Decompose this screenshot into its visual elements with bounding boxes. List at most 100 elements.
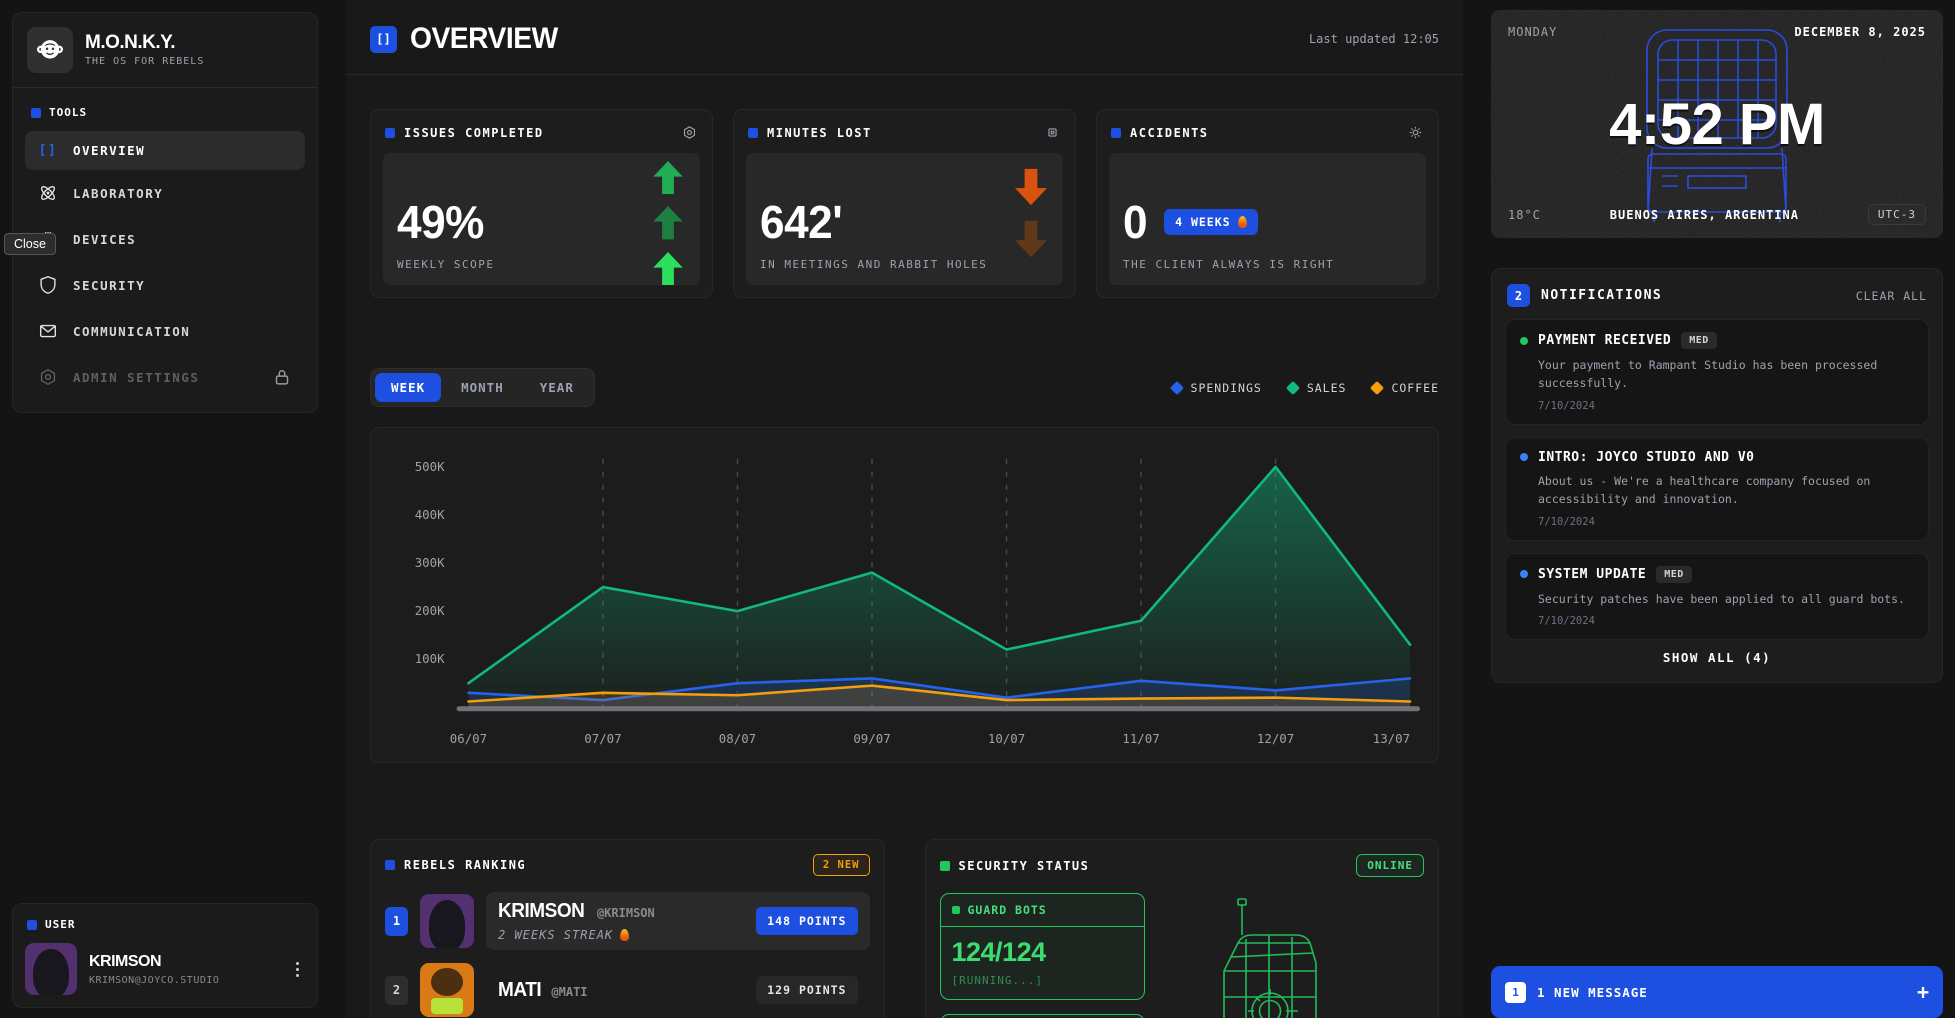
sidebar-item-label: ADMIN SETTINGS — [73, 370, 199, 385]
diamond-icon — [1169, 380, 1183, 394]
rank-number: 2 — [385, 976, 408, 1005]
chip-small-icon[interactable] — [1044, 124, 1061, 141]
lock-icon — [271, 366, 293, 388]
legend-spendings[interactable]: SPENDINGS — [1172, 381, 1262, 395]
sidebar-item-admin-settings[interactable]: ADMIN SETTINGS — [25, 354, 305, 400]
notification-item-intro[interactable]: INTRO: JOYCO STUDIO AND V0 About us - We… — [1505, 437, 1929, 541]
stat-tile: 642' IN MEETINGS AND RABBIT HOLES — [746, 153, 1063, 285]
section-bullet — [27, 920, 37, 930]
sidebar-item-label: OVERVIEW — [73, 143, 145, 158]
svg-text:08/07: 08/07 — [719, 731, 756, 746]
stat-card-accidents: ACCIDENTS 0 4 WEEKS THE CLIENT ALWAYS IS… — [1096, 109, 1439, 298]
rebel-handle: @MATI — [551, 985, 587, 999]
hex-nut-icon[interactable] — [681, 124, 698, 141]
stat-tile: 0 4 WEEKS THE CLIENT ALWAYS IS RIGHT — [1109, 153, 1426, 285]
sidebar-item-overview[interactable]: [] OVERVIEW — [25, 131, 305, 170]
notification-item-system[interactable]: SYSTEM UPDATE MED Security patches have … — [1505, 553, 1929, 640]
notification-count-badge: 2 — [1507, 284, 1530, 307]
notification-body: Your payment to Rampant Studio has been … — [1538, 356, 1914, 393]
online-badge: ONLINE — [1356, 854, 1424, 877]
status-dot — [1520, 453, 1528, 461]
last-updated: Last updated 12:05 — [1309, 32, 1439, 46]
tab-week[interactable]: WEEK — [375, 373, 441, 402]
flame-icon — [1238, 216, 1247, 228]
flame-icon — [620, 929, 629, 941]
card-bullet — [940, 861, 950, 871]
new-count-badge: 2 NEW — [813, 854, 870, 876]
ranking-row-2[interactable]: 2 MATI @MATI 129 POINTS — [385, 962, 870, 1018]
tile-bullet — [952, 906, 960, 914]
points-badge: 148 POINTS — [756, 907, 857, 935]
spend-sales-coffee-chart[interactable]: 100K200K300K400K500K06/0707/0708/0709/07… — [385, 440, 1424, 752]
app-name: M.O.N.K.Y. — [85, 33, 204, 54]
overview-brackets-icon: [] — [370, 26, 397, 53]
notifications-panel: 2 NOTIFICATIONS CLEAR ALL PAYMENT RECEIV… — [1491, 268, 1943, 683]
sidebar-item-laboratory[interactable]: LABORATORY — [25, 170, 305, 216]
shield-icon — [37, 274, 59, 296]
sidebar-item-communication[interactable]: COMMUNICATION — [25, 308, 305, 354]
clock-city: BUENOS AIRES, ARGENTINA — [1541, 208, 1868, 222]
stat-value: 49% — [397, 195, 674, 249]
utc-offset-badge: UTC-3 — [1868, 204, 1926, 225]
legend-sales[interactable]: SALES — [1288, 381, 1347, 395]
status-dot — [1520, 337, 1528, 345]
app-tagline: THE OS FOR REBELS — [85, 56, 204, 67]
sun-gear-icon[interactable] — [1407, 124, 1424, 141]
card-bullet — [1111, 128, 1121, 138]
rebel-name: MATI — [498, 979, 541, 1002]
security-title: SECURITY STATUS — [959, 859, 1090, 873]
avatar — [420, 963, 474, 1017]
plus-icon[interactable]: + — [1917, 980, 1929, 1004]
svg-text:09/07: 09/07 — [853, 731, 890, 746]
ranking-row-1[interactable]: 1 KRIMSON@KRIMSON 2 WEEKS STREAK 148 POI… — [385, 892, 870, 950]
svg-text:300K: 300K — [415, 555, 445, 570]
stat-title: ACCIDENTS — [1130, 126, 1209, 140]
stat-value: 0 — [1123, 195, 1147, 249]
notification-title: INTRO: JOYCO STUDIO AND V0 — [1538, 450, 1755, 465]
stat-subtitle: WEEKLY SCOPE — [397, 258, 686, 271]
stat-tile: 49% WEEKLY SCOPE — [383, 153, 700, 285]
guard-bots-status: [RUNNING...] — [952, 974, 1133, 987]
section-label: TOOLS — [49, 106, 87, 119]
show-all-button[interactable]: SHOW ALL (4) — [1505, 640, 1929, 669]
right-column: MONDAY DECEMBER 8, 2025 4:52 PM 18°C BUE… — [1491, 10, 1943, 1018]
user-email: KRIMSON@JOYCO.STUDIO — [89, 975, 219, 986]
notification-date: 7/10/2024 — [1538, 516, 1914, 528]
stats-row: ISSUES COMPLETED 49% WEEKLY SCOPE MIN — [370, 109, 1439, 298]
notification-body: About us - We're a healthcare company fo… — [1538, 472, 1914, 509]
svg-text:06/07: 06/07 — [450, 731, 487, 746]
stat-card-issues: ISSUES COMPLETED 49% WEEKLY SCOPE — [370, 109, 713, 298]
user-avatar — [25, 943, 77, 995]
sidebar-item-security[interactable]: SECURITY — [25, 262, 305, 308]
message-count-badge: 1 — [1505, 982, 1526, 1003]
user-panel: USER KRIMSON KRIMSON@JOYCO.STUDIO — [12, 903, 318, 1008]
svg-text:11/07: 11/07 — [1122, 731, 1159, 746]
sidebar-item-label: LABORATORY — [73, 186, 163, 201]
close-tooltip[interactable]: Close — [4, 233, 56, 255]
rank-number: 1 — [385, 907, 408, 936]
hex-gear-icon — [37, 366, 59, 388]
stat-subtitle: IN MEETINGS AND RABBIT HOLES — [760, 258, 1049, 271]
points-badge: 129 POINTS — [756, 976, 857, 1004]
bottom-row: REBELS RANKING 2 NEW 1 KRIMSON@KRIMSON 2… — [370, 839, 1439, 1018]
sidebar-item-devices[interactable]: DEVICES — [25, 216, 305, 262]
legend-label: SPENDINGS — [1191, 381, 1262, 395]
clock-widget: MONDAY DECEMBER 8, 2025 4:52 PM 18°C BUE… — [1491, 10, 1943, 238]
clock-temperature: 18°C — [1508, 208, 1541, 222]
user-menu-kebab-icon[interactable] — [290, 956, 305, 983]
tab-year[interactable]: YEAR — [524, 373, 590, 402]
avatar — [420, 894, 474, 948]
notification-item-payment[interactable]: PAYMENT RECEIVED MED Your payment to Ram… — [1505, 319, 1929, 425]
svg-text:10/07: 10/07 — [988, 731, 1025, 746]
card-bullet — [385, 860, 395, 870]
stat-title: ISSUES COMPLETED — [404, 126, 544, 140]
range-tabs: WEEK MONTH YEAR — [370, 368, 595, 407]
clear-all-button[interactable]: CLEAR ALL — [1856, 289, 1927, 303]
tab-month[interactable]: MONTH — [445, 373, 520, 402]
legend-label: COFFEE — [1391, 381, 1439, 395]
svg-text:400K: 400K — [415, 507, 445, 522]
sidebar: M.O.N.K.Y. THE OS FOR REBELS TOOLS [] OV… — [12, 12, 318, 1008]
sidebar-panel: M.O.N.K.Y. THE OS FOR REBELS TOOLS [] OV… — [12, 12, 318, 413]
legend-coffee[interactable]: COFFEE — [1372, 381, 1439, 395]
new-message-bar[interactable]: 1 1 NEW MESSAGE + — [1491, 966, 1943, 1018]
